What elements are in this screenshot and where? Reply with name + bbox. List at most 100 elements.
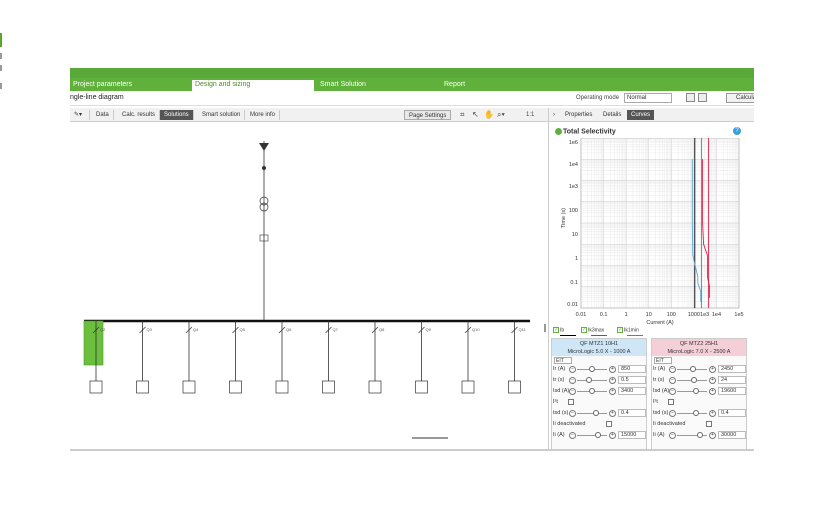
param-value-input[interactable]: 15000 — [618, 431, 646, 439]
increase-button[interactable]: + — [709, 410, 716, 417]
param-label: tsd (s) — [553, 410, 569, 416]
decrease-button[interactable]: − — [569, 432, 576, 439]
increase-button[interactable]: + — [709, 366, 716, 373]
eit-select[interactable]: EIT — [554, 357, 572, 364]
toolbar-tab-calc-results[interactable]: Calc. results — [118, 110, 161, 120]
slider-knob[interactable] — [588, 366, 595, 372]
legend-checkbox-ik1min[interactable]: ✓ — [617, 327, 623, 333]
slider-knob[interactable] — [592, 410, 599, 416]
collapse-chevron-icon[interactable]: › — [549, 110, 559, 120]
tab-report[interactable]: Report — [441, 78, 561, 91]
param-value-input[interactable]: 3400 — [618, 387, 646, 395]
param-slider[interactable] — [677, 435, 707, 436]
feeder-q10[interactable]: Q10 — [461, 321, 480, 394]
eit-select[interactable]: EIT — [654, 357, 672, 364]
page-settings-button[interactable]: Page Settings — [404, 110, 452, 120]
slider-knob[interactable] — [690, 366, 696, 372]
increase-button[interactable]: + — [609, 377, 616, 384]
param-checkbox[interactable] — [606, 421, 612, 427]
operating-mode-select[interactable]: Normal — [624, 93, 672, 103]
decrease-button[interactable]: − — [569, 366, 576, 373]
increase-button[interactable]: + — [709, 377, 716, 384]
param-slider[interactable] — [577, 413, 607, 414]
horizontal-scrollbar[interactable] — [412, 437, 448, 439]
param-checkbox[interactable] — [668, 399, 674, 405]
slider-knob[interactable] — [586, 377, 593, 383]
device-title: QF MTZ2 25H1 — [679, 341, 719, 347]
top-strip — [70, 68, 754, 78]
slider-knob[interactable] — [696, 432, 703, 438]
decrease-button[interactable]: − — [569, 377, 576, 384]
param-value-input[interactable]: 24 — [718, 376, 746, 384]
decrease-button[interactable]: − — [569, 410, 576, 417]
param-value-input[interactable]: 850 — [618, 365, 646, 373]
param-slider[interactable] — [677, 391, 707, 392]
increase-button[interactable]: + — [709, 432, 716, 439]
y-tick-label: 1e6 — [569, 140, 578, 146]
calculate-button[interactable]: Calcula — [726, 93, 754, 103]
feeder-q11[interactable]: Q11 — [508, 321, 527, 394]
toolbar-tab-smart-solution[interactable]: Smart solution — [198, 110, 246, 120]
param-label: Ir (A) — [553, 366, 566, 372]
select-rect-icon[interactable]: ⌗ — [460, 110, 465, 120]
decrease-button[interactable]: − — [669, 366, 676, 373]
zoom-icon[interactable]: ⌕▾ — [497, 110, 505, 120]
feeder-q6[interactable]: Q6 — [275, 321, 292, 394]
param-slider[interactable] — [577, 380, 607, 381]
legend-checkbox-ib[interactable]: ✓ — [553, 327, 559, 333]
export-icon[interactable] — [698, 93, 707, 102]
increase-button[interactable]: + — [609, 388, 616, 395]
param-checkbox[interactable] — [706, 421, 712, 427]
param-value-input[interactable]: 0.5 — [618, 376, 646, 384]
decrease-button[interactable]: − — [669, 410, 676, 417]
pointer-icon[interactable]: ↖ — [472, 110, 479, 120]
param-value-input[interactable]: 30000 — [718, 431, 746, 439]
pan-hand-icon[interactable]: ✋ — [484, 110, 494, 120]
feeder-q4[interactable]: Q4 — [182, 321, 199, 394]
toolbar-tab-data[interactable]: Data — [92, 110, 114, 120]
single-line-diagram[interactable]: Q2Q3Q4Q5Q6Q7Q8Q9Q10Q11Q12 — [70, 123, 548, 440]
param-value-input[interactable]: 2450 — [718, 365, 746, 373]
param-row: Isd (A) − +19600 — [652, 386, 746, 397]
decrease-button[interactable]: − — [669, 388, 676, 395]
tab-design-and-sizing[interactable]: Design and sizing — [192, 78, 314, 91]
param-value-input[interactable]: 19600 — [718, 387, 746, 395]
increase-button[interactable]: + — [609, 432, 616, 439]
param-value-input[interactable]: 0.4 — [618, 409, 646, 417]
decrease-button[interactable]: − — [669, 377, 676, 384]
lock-icon[interactable] — [686, 93, 695, 102]
legend-checkbox-ik3max[interactable]: ✓ — [581, 327, 587, 333]
tab-details[interactable]: Details — [599, 110, 625, 120]
toolbar-tab-more-info[interactable]: More info — [246, 110, 281, 120]
tab-properties[interactable]: Properties — [561, 110, 596, 120]
param-checkbox[interactable] — [568, 399, 574, 405]
increase-button[interactable]: + — [709, 388, 716, 395]
zoom-ratio[interactable]: 1:1 — [526, 110, 534, 120]
param-label: Ii (A) — [653, 432, 665, 438]
slider-knob[interactable] — [692, 410, 699, 416]
param-slider[interactable] — [577, 435, 607, 436]
feeder-q7[interactable]: Q7 — [322, 321, 339, 394]
slider-knob[interactable] — [692, 388, 699, 394]
tab-project-parameters[interactable]: Project parameters — [70, 78, 190, 91]
increase-button[interactable]: + — [609, 410, 616, 417]
feeder-q8[interactable]: Q8 — [368, 321, 385, 394]
tab-curves[interactable]: Curves — [627, 110, 655, 120]
param-value-input[interactable]: 0.4 — [718, 409, 746, 417]
edit-icon[interactable]: ✎▾ — [70, 110, 90, 120]
slider-knob[interactable] — [691, 377, 698, 383]
slider-knob[interactable] — [588, 388, 595, 394]
feeder-q5[interactable]: Q5 — [229, 321, 246, 394]
load-box — [136, 380, 149, 394]
increase-button[interactable]: + — [609, 366, 616, 373]
decrease-button[interactable]: − — [669, 432, 676, 439]
toolbar-tab-solutions[interactable]: Solutions — [160, 110, 194, 120]
param-slider[interactable] — [677, 413, 707, 414]
help-icon[interactable]: ? — [733, 127, 741, 135]
feeder-q3[interactable]: Q3 — [136, 321, 153, 394]
feeder-q9[interactable]: Q9 — [415, 321, 432, 394]
vertical-scrollbar[interactable] — [544, 324, 546, 332]
decrease-button[interactable]: − — [569, 388, 576, 395]
tab-smart-solution[interactable]: Smart Solution — [317, 78, 437, 91]
slider-knob[interactable] — [595, 432, 602, 438]
